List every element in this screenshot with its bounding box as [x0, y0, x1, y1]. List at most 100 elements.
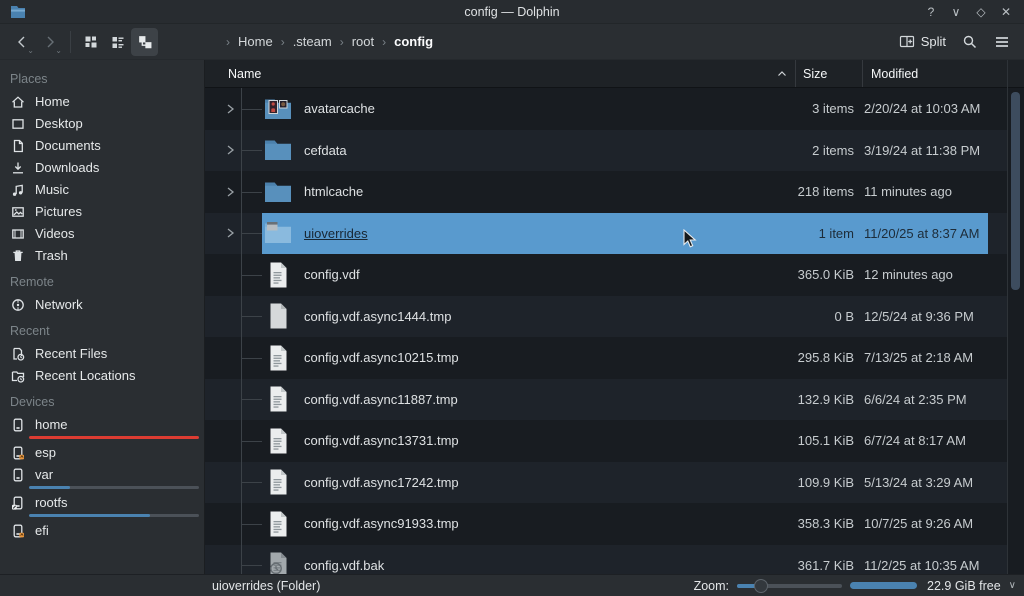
maximize-button[interactable]: ◇	[973, 4, 989, 20]
search-button[interactable]	[956, 28, 984, 56]
split-view-icon	[899, 34, 915, 49]
breadcrumb-item-root[interactable]: root	[352, 34, 374, 49]
file-name: config.vdf	[304, 267, 764, 282]
sidebar-item-recent-files[interactable]: Recent Files	[0, 343, 204, 364]
file-size: 1 item	[764, 226, 854, 241]
file-modified: 12 minutes ago	[854, 267, 1004, 282]
file-modified: 3/19/24 at 11:38 PM	[854, 143, 1004, 158]
sidebar-item-videos[interactable]: Videos	[0, 223, 204, 244]
view-tree-button[interactable]	[131, 28, 158, 56]
file-row-config.vdf.async10215.tmp[interactable]: config.vdf.async10215.tmp295.8 KiB7/13/2…	[205, 337, 1007, 379]
downloads-icon	[10, 160, 26, 176]
sidebar-item-efi[interactable]: efi	[0, 520, 204, 541]
sidebar-item-label: esp	[35, 445, 56, 460]
file-modified: 11 minutes ago	[854, 184, 1004, 199]
file-row-config.vdf.async13731.tmp[interactable]: config.vdf.async13731.tmp105.1 KiB6/7/24…	[205, 420, 1007, 462]
file-row-cefdata[interactable]: cefdata2 items3/19/24 at 11:38 PM	[205, 130, 1007, 172]
file-row-uioverrides[interactable]: uioverrides1 item11/20/25 at 8:37 AM	[205, 213, 1007, 255]
file-size: 105.1 KiB	[764, 433, 854, 448]
expand-chevron-icon[interactable]	[226, 145, 235, 156]
sort-ascending-icon	[777, 70, 795, 77]
tree-branch	[205, 130, 262, 172]
tree-branch	[205, 462, 262, 504]
file-row-config.vdf[interactable]: config.vdf365.0 KiB12 minutes ago	[205, 254, 1007, 296]
sidebar-item-home[interactable]: home	[0, 414, 204, 435]
breadcrumb-item-steam[interactable]: .steam	[293, 34, 332, 49]
file-size: 361.7 KiB	[764, 558, 854, 573]
file-name: config.vdf.async91933.tmp	[304, 516, 764, 531]
device-usage-bar	[29, 436, 199, 439]
sidebar-item-recent-locations[interactable]: Recent Locations	[0, 365, 204, 386]
sidebar-item-home[interactable]: Home	[0, 91, 204, 112]
column-size[interactable]: Size	[796, 67, 862, 81]
sidebar-item-pictures[interactable]: Pictures	[0, 201, 204, 222]
sidebar-item-var[interactable]: var	[0, 464, 204, 485]
file-modified: 11/20/25 at 8:37 AM	[854, 226, 1004, 241]
icons-view-icon	[83, 34, 99, 50]
file-name: config.vdf.async17242.tmp	[304, 475, 764, 490]
file-row-config.vdf.async91933.tmp[interactable]: config.vdf.async91933.tmp358.3 KiB10/7/2…	[205, 503, 1007, 545]
sidebar-item-label: Trash	[35, 248, 68, 263]
file-text-icon	[262, 508, 294, 540]
sidebar-item-desktop[interactable]: Desktop	[0, 113, 204, 134]
sidebar-item-trash[interactable]: Trash	[0, 245, 204, 266]
zoom-slider-handle[interactable]	[754, 579, 768, 593]
breadcrumb-item-config[interactable]: config	[394, 34, 433, 49]
menu-button[interactable]	[988, 28, 1016, 56]
column-modified[interactable]: Modified	[863, 67, 1024, 81]
sidebar-item-documents[interactable]: Documents	[0, 135, 204, 156]
zoom-slider[interactable]	[737, 578, 842, 594]
file-row-avatarcache[interactable]: avatarcache3 items2/20/24 at 10:03 AM	[205, 88, 1007, 130]
network-icon	[10, 297, 26, 313]
file-name: config.vdf.async10215.tmp	[304, 350, 764, 365]
sidebar-item-label: Desktop	[35, 116, 83, 131]
split-button[interactable]: Split	[893, 30, 952, 53]
file-row-config.vdf.async11887.tmp[interactable]: config.vdf.async11887.tmp132.9 KiB6/6/24…	[205, 379, 1007, 421]
view-icons-button[interactable]	[77, 28, 104, 56]
forward-history-caret-icon[interactable]: ⌄	[55, 47, 62, 55]
places-panel: PlacesHomeDesktopDocumentsDownloadsMusic…	[0, 60, 205, 574]
sidebar-item-network[interactable]: Network	[0, 294, 204, 315]
mouse-cursor	[683, 229, 697, 250]
folder-icon	[262, 134, 294, 166]
back-history-caret-icon[interactable]: ⌄	[27, 47, 34, 55]
tree-branch	[205, 296, 262, 338]
file-modified: 11/2/25 at 10:35 AM	[854, 558, 1004, 573]
back-button[interactable]: ⌄	[8, 28, 36, 56]
file-row-config.vdf.bak[interactable]: config.vdf.bak361.7 KiB11/2/25 at 10:35 …	[205, 545, 1007, 575]
expand-chevron-icon[interactable]	[226, 228, 235, 239]
file-row-config.vdf.async1444.tmp[interactable]: config.vdf.async1444.tmp0 B12/5/24 at 9:…	[205, 296, 1007, 338]
scrollbar-track[interactable]	[1007, 60, 1024, 574]
file-row-config.vdf.async17242.tmp[interactable]: config.vdf.async17242.tmp109.9 KiB5/13/2…	[205, 462, 1007, 504]
zoom-label: Zoom:	[694, 579, 729, 593]
file-size: 358.3 KiB	[764, 516, 854, 531]
expand-chevron-icon[interactable]	[226, 103, 235, 114]
free-space-chevron-icon[interactable]: ∨	[1009, 580, 1016, 591]
minimize-button[interactable]: ∨	[948, 4, 964, 20]
file-modified: 7/13/25 at 2:18 AM	[854, 350, 1004, 365]
sidebar-item-label: Pictures	[35, 204, 82, 219]
window-controls: ? ∨ ◇ ✕	[923, 4, 1014, 20]
column-name[interactable]: Name	[205, 60, 795, 87]
view-details-button[interactable]	[104, 28, 131, 56]
sidebar-item-label: Music	[35, 182, 69, 197]
help-button[interactable]: ?	[923, 4, 939, 20]
tree-branch	[205, 171, 262, 213]
sidebar-item-rootfs[interactable]: rootfs	[0, 492, 204, 513]
file-row-htmlcache[interactable]: htmlcache218 items11 minutes ago	[205, 171, 1007, 213]
expand-chevron-icon[interactable]	[226, 186, 235, 197]
close-button[interactable]: ✕	[998, 4, 1014, 20]
scrollbar-thumb[interactable]	[1011, 92, 1020, 290]
sidebar-item-esp[interactable]: esp	[0, 442, 204, 463]
file-modified: 10/7/25 at 9:26 AM	[854, 516, 1004, 531]
sidebar-item-downloads[interactable]: Downloads	[0, 157, 204, 178]
breadcrumb-item-home[interactable]: Home	[238, 34, 273, 49]
forward-button[interactable]: ⌄	[36, 28, 64, 56]
recent-locations-icon	[10, 368, 26, 384]
device-usage-bar	[29, 486, 199, 489]
sidebar-item-music[interactable]: Music	[0, 179, 204, 200]
search-icon	[962, 34, 978, 50]
tree-branch	[205, 420, 262, 462]
tree-branch	[205, 545, 262, 575]
pictures-icon	[10, 204, 26, 220]
